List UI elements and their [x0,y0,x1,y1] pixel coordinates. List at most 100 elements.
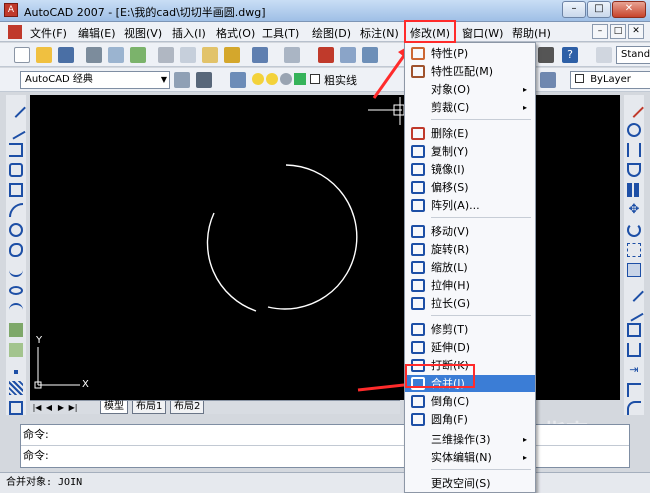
match-prop-toolbar-icon[interactable] [224,47,240,63]
ellipse-icon[interactable] [9,286,23,295]
layer-manager-icon[interactable] [230,72,246,88]
modify-menu-item[interactable]: 拉长(G) [405,295,535,312]
text-style-combo[interactable]: Stand [616,46,650,64]
menu-draw[interactable]: 绘图(D) [312,25,351,41]
menu-window[interactable]: 窗口(W) [462,25,503,41]
move-toolbar-icon[interactable]: ✥ [627,203,641,217]
modify-menu-item[interactable]: 阵列(A)... [405,197,535,214]
revision-cloud-icon[interactable] [9,243,23,257]
mirror-toolbar-icon[interactable] [627,143,641,157]
pan-icon[interactable] [318,47,334,63]
spline-icon[interactable] [9,263,23,277]
make-block-icon[interactable] [9,343,23,357]
fillet-toolbar-icon[interactable] [627,401,641,415]
menu-edit[interactable]: 编辑(E) [78,25,116,41]
command-input[interactable]: 命令: [21,445,629,465]
modify-menu-item[interactable]: 特性匹配(M) [405,63,535,80]
layer-previous-icon[interactable] [540,72,556,88]
break-toolbar-icon[interactable] [627,323,641,337]
maximize-button[interactable]: □ [587,1,611,18]
rectangle-icon[interactable] [9,183,23,197]
publish-icon[interactable] [130,47,146,63]
menu-view[interactable]: 视图(V) [124,25,162,41]
color-combo[interactable]: ByLayer [570,71,650,89]
modify-menu-item[interactable]: 圆角(F) [405,411,535,428]
workspace-combo[interactable]: AutoCAD 经典 ▼ [20,71,170,89]
redo-icon[interactable] [284,47,300,63]
circle-icon[interactable] [9,223,23,237]
plot-preview-icon[interactable] [108,47,124,63]
workspace-settings-icon[interactable] [174,72,190,88]
help-icon[interactable]: ? [562,47,578,63]
workspace-save-icon[interactable] [196,72,212,88]
offset-toolbar-icon[interactable] [627,163,641,177]
doc-minimize-button[interactable]: – [592,24,608,39]
modify-menu-item[interactable]: 更改空间(S) [405,475,535,492]
modify-menu-item[interactable]: 偏移(S) [405,179,535,196]
modify-menu-item[interactable]: 复制(Y) [405,143,535,160]
menu-dimension[interactable]: 标注(N) [360,25,399,41]
rotate-toolbar-icon[interactable] [627,223,641,237]
calculator-icon[interactable] [538,47,554,63]
prev-tab-button[interactable]: ◀ [44,402,54,413]
modify-menu-item[interactable]: 移动(V) [405,223,535,240]
copy-clip-icon[interactable] [180,47,196,63]
tab-layout1[interactable]: 布局1 [132,401,167,414]
undo-icon[interactable] [252,47,268,63]
menu-help[interactable]: 帮助(H) [512,25,551,41]
copy-toolbar-icon[interactable] [627,123,641,137]
arc-icon[interactable] [9,203,23,217]
polyline-icon[interactable] [9,143,23,157]
extend-toolbar-icon[interactable] [624,302,644,322]
text-style-icon[interactable] [596,47,612,63]
open-icon[interactable] [36,47,52,63]
menu-file[interactable]: 文件(F) [30,25,67,41]
zoom-icon[interactable] [340,47,356,63]
modify-menu-item[interactable]: 旋转(R) [405,241,535,258]
scale-toolbar-icon[interactable] [627,243,641,257]
current-layer-name[interactable]: 粗实线 [324,72,357,88]
insert-block-icon[interactable] [9,323,23,337]
layer-on-icon[interactable] [252,73,264,85]
cut-icon[interactable] [158,47,174,63]
modify-menu-item[interactable]: 剪裁(C) ▸ [405,99,535,116]
paste-icon[interactable] [202,47,218,63]
minimize-button[interactable]: – [562,1,586,18]
point-icon[interactable] [14,370,18,374]
layer-lock-icon[interactable] [280,73,292,85]
tab-model[interactable]: 模型 [100,401,128,414]
line-icon[interactable] [6,98,26,118]
array-toolbar-icon[interactable] [627,183,641,197]
tab-layout2[interactable]: 布局2 [170,401,205,414]
region-icon[interactable] [9,401,23,415]
modify-menu-item[interactable]: 倒角(C) [405,393,535,410]
modify-menu-item[interactable]: 实体编辑(N) ▸ [405,449,535,466]
chamfer-toolbar-icon[interactable] [627,383,641,397]
join-toolbar-icon[interactable]: ⇥ [627,363,641,377]
modify-menu-item[interactable]: 特性(P) [405,45,535,62]
modify-menu-item[interactable]: 缩放(L) [405,259,535,276]
polygon-icon[interactable] [9,163,23,177]
hatch-icon[interactable] [9,381,23,395]
break-at-point-toolbar-icon[interactable] [627,343,641,357]
menu-insert[interactable]: 插入(I) [172,25,206,41]
stretch-toolbar-icon[interactable] [627,263,641,277]
modify-menu-item[interactable]: 三维操作(3) ▸ [405,431,535,448]
layer-thaw-icon[interactable] [266,73,278,85]
ellipse-arc-icon[interactable] [9,303,23,317]
modify-menu-item[interactable]: 对象(O) ▸ [405,81,535,98]
menu-tools[interactable]: 工具(T) [262,25,299,41]
modify-menu-item[interactable]: 延伸(D) [405,339,535,356]
menu-format[interactable]: 格式(O) [216,25,255,41]
construction-line-icon[interactable] [6,120,26,140]
modify-menu-item[interactable]: 镜像(I) [405,161,535,178]
save-icon[interactable] [58,47,74,63]
trim-toolbar-icon[interactable] [624,282,644,302]
doc-maximize-button[interactable]: □ [610,24,626,39]
modify-menu-item[interactable]: 拉伸(H) [405,277,535,294]
doc-close-button[interactable]: ✕ [628,24,644,39]
new-icon[interactable] [14,47,30,63]
close-button[interactable]: ✕ [612,1,646,18]
modify-menu-item[interactable]: 删除(E) [405,125,535,142]
print-icon[interactable] [86,47,102,63]
